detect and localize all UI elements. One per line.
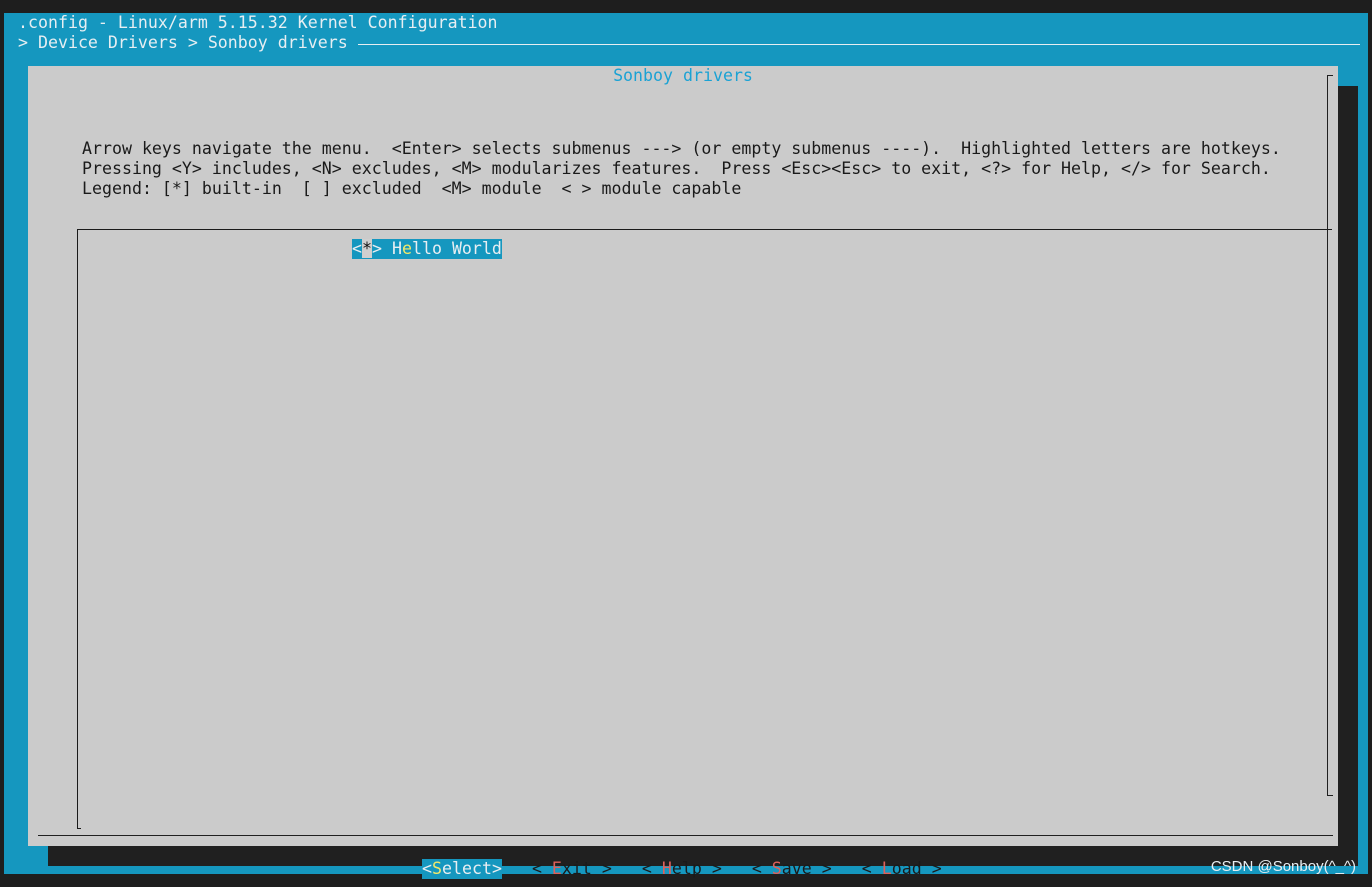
menu-box-top-border	[77, 229, 1332, 230]
button-bracket: <	[641, 859, 662, 878]
button-bracket: >	[701, 859, 722, 878]
help-line-navigation: Arrow keys navigate the menu. <Enter> se…	[82, 139, 1281, 158]
button-hotkey: E	[551, 859, 562, 878]
button-bracket: >	[921, 859, 942, 878]
menu-dialog: Sonboy drivers Arrow keys navigate the m…	[28, 66, 1338, 879]
dialog-corner-top	[1327, 75, 1333, 76]
button-label: elect	[442, 859, 492, 878]
tristate-close-bracket: >	[372, 239, 382, 258]
button-hotkey: S	[771, 859, 782, 878]
button-bracket: >	[811, 859, 832, 878]
button-bracket: <	[751, 859, 772, 878]
help-line-keys: Pressing <Y> includes, <N> excludes, <M>…	[82, 159, 1271, 178]
menu-box-left-border	[77, 229, 78, 829]
menu-item-label-start: H	[382, 239, 402, 258]
watermark: CSDN @Sonboy(^_^)	[1210, 858, 1356, 875]
terminal-window: .config - Linux/arm 5.15.32 Kernel Confi…	[4, 13, 1368, 879]
button-bracket: <	[531, 859, 552, 878]
breadcrumb-rule	[358, 44, 1360, 45]
select-button[interactable]: <Select>	[422, 859, 502, 879]
button-hotkey: S	[432, 859, 442, 878]
button-bar: <Select> < Exit > < Help > < Save > < Lo…	[422, 859, 942, 879]
button-hotkey: L	[881, 859, 892, 878]
menu-box-corner	[77, 828, 81, 829]
help-button[interactable]: < Help >	[642, 859, 722, 879]
load-button[interactable]: < Load >	[862, 859, 942, 879]
button-bracket: >	[491, 859, 502, 878]
button-bracket: <	[861, 859, 882, 878]
dialog-title: Sonboy drivers	[613, 66, 753, 85]
button-label: oad	[891, 859, 922, 878]
config-title: .config - Linux/arm 5.15.32 Kernel Confi…	[18, 13, 498, 32]
menu-item-hello-world[interactable]: <*> Hello World	[352, 239, 502, 259]
button-hotkey: H	[661, 859, 672, 878]
help-line-legend: Legend: [*] built-in [ ] excluded <M> mo…	[82, 179, 742, 198]
tristate-open-bracket: <	[352, 239, 362, 258]
dialog-corner-bottom	[1327, 795, 1333, 796]
button-label: ave	[781, 859, 812, 878]
exit-button[interactable]: < Exit >	[532, 859, 612, 879]
menu-item-hotkey: e	[401, 239, 412, 258]
button-label: elp	[671, 859, 702, 878]
dialog-bottom-edge	[38, 835, 1333, 836]
tristate-value[interactable]: *	[362, 239, 372, 258]
save-button[interactable]: < Save >	[752, 859, 832, 879]
button-label: xit	[561, 859, 592, 878]
button-bracket: <	[422, 859, 432, 878]
breadcrumb: > Device Drivers > Sonboy drivers	[18, 33, 348, 52]
button-bracket: >	[591, 859, 612, 878]
dialog-right-edge	[1327, 75, 1328, 796]
menu-item-label-end: llo World	[411, 239, 502, 258]
